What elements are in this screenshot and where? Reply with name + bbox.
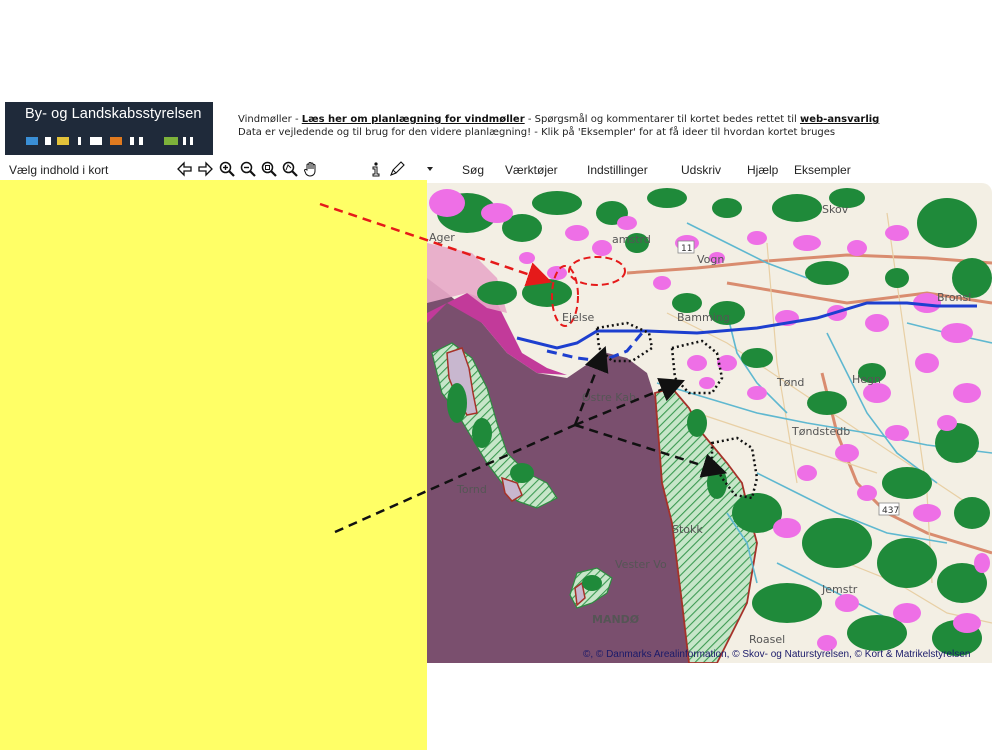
planning-link[interactable]: Læs her om planlægning for vindmøller <box>302 114 525 125</box>
map-view[interactable]: Vogn Bamming Ejelse Bronsl amstrd Tøndst… <box>427 183 992 663</box>
menu-tools[interactable]: Værktøjer <box>505 163 558 177</box>
notice-line-1: Vindmøller - Læs her om planlægning for … <box>238 113 879 126</box>
place-label: MANDØ <box>592 613 640 626</box>
zoom-out-icon[interactable] <box>240 161 256 177</box>
place-label: Østre Kab <box>582 391 636 404</box>
web-responsible-link[interactable]: web-ansvarlig <box>800 114 879 125</box>
place-label: Vester Vo <box>615 558 667 571</box>
info-icon[interactable] <box>368 161 384 177</box>
logo-color-bars <box>26 137 206 145</box>
zoom-extent-icon[interactable] <box>261 161 277 177</box>
place-label: Bronsl <box>937 291 971 304</box>
map-canvas[interactable]: Vogn Bamming Ejelse Bronsl amstrd Tøndst… <box>427 183 992 663</box>
agency-logo[interactable]: By- og Landskabsstyrelsen <box>5 102 213 155</box>
place-label: Tøndstedb <box>791 425 850 438</box>
content-panel <box>0 180 427 750</box>
place-label: Hegn <box>852 373 881 386</box>
place-label: Ejelse <box>562 311 595 324</box>
pan-hand-icon[interactable] <box>303 161 319 177</box>
road-badge: 437 <box>882 506 899 516</box>
menu-search[interactable]: Søg <box>462 163 484 177</box>
header-notice: Vindmøller - Læs her om planlægning for … <box>238 113 879 139</box>
logo-bar <box>26 137 38 145</box>
place-label: Ager <box>429 231 455 244</box>
notice-prefix: Vindmøller - <box>238 114 302 125</box>
place-label: amstrd <box>612 233 651 246</box>
map-toolbar: Vælg indhold i kort Søg Værktøjer Indsti… <box>0 160 1000 180</box>
place-label: Jemstr <box>821 583 858 596</box>
dropdown-icon[interactable] <box>424 163 436 175</box>
menu-examples[interactable]: Eksempler <box>794 163 851 177</box>
menu-help[interactable]: Hjælp <box>747 163 778 177</box>
pen-icon[interactable] <box>389 161 405 177</box>
logo-bar <box>78 137 81 145</box>
arrow-right-icon[interactable] <box>197 161 213 177</box>
notice-line-2: Data er vejledende og til brug for den v… <box>238 127 836 138</box>
logo-bar <box>190 137 193 145</box>
place-label: Tønd <box>776 376 804 389</box>
content-select-label[interactable]: Vælg indhold i kort <box>9 163 108 177</box>
map-copyright: ©, © Danmarks Arealinformation, © Skov- … <box>583 649 971 660</box>
logo-bar <box>45 137 51 145</box>
road-badge: 11 <box>681 244 692 254</box>
place-label: Skov <box>822 203 849 216</box>
logo-bar <box>139 137 143 145</box>
place-label: Vogn <box>697 253 724 266</box>
menu-print[interactable]: Udskriv <box>681 163 721 177</box>
place-label: Bamming <box>677 311 730 324</box>
logo-bar <box>110 137 122 145</box>
logo-bar <box>90 137 102 145</box>
logo-bar <box>130 137 134 145</box>
place-label: Stokk <box>672 523 703 536</box>
arrow-left-icon[interactable] <box>177 161 193 177</box>
place-label: Tornd <box>456 483 487 496</box>
logo-bar <box>57 137 69 145</box>
logo-title: By- og Landskabsstyrelsen <box>25 106 202 122</box>
zoom-select-icon[interactable] <box>282 161 298 177</box>
logo-bar <box>164 137 178 145</box>
logo-bar <box>183 137 186 145</box>
zoom-in-icon[interactable] <box>219 161 235 177</box>
notice-middle: - Spørgsmål og kommentarer til kortet be… <box>524 114 800 125</box>
place-label: Roasel <box>749 633 785 646</box>
menu-settings[interactable]: Indstillinger <box>587 163 648 177</box>
